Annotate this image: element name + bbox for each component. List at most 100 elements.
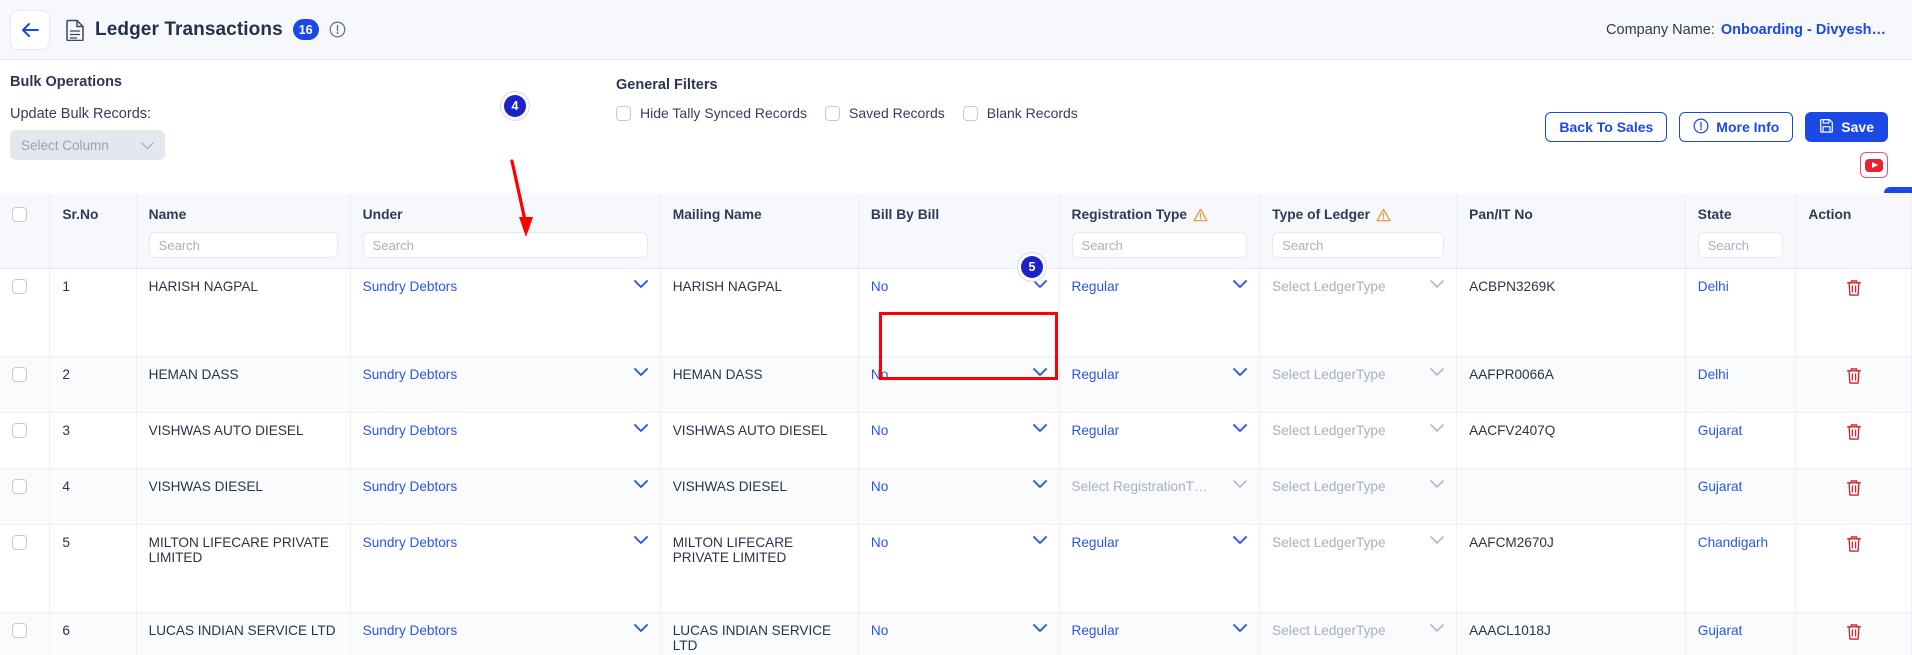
search-input-type-of-ledger[interactable]: Search — [1272, 232, 1445, 258]
cell-registration-type[interactable]: Regular — [1059, 524, 1261, 613]
header-mailing-name: Mailing Name — [660, 193, 859, 269]
cell-action[interactable] — [1795, 524, 1912, 613]
row-checkbox[interactable] — [12, 279, 27, 294]
save-button[interactable]: Save — [1805, 112, 1888, 142]
cell-state[interactable]: Gujarat — [1685, 468, 1797, 525]
back-to-sales-button[interactable]: Back To Sales — [1545, 112, 1668, 142]
cell-srno: 3 — [49, 412, 137, 469]
cell-type-of-ledger[interactable]: Select LedgerType — [1259, 356, 1458, 413]
search-input-under[interactable]: Search — [362, 232, 648, 258]
trash-icon — [1846, 480, 1861, 496]
cell-action[interactable] — [1795, 268, 1912, 357]
row-checkbox[interactable] — [12, 479, 27, 494]
cell-type-of-ledger[interactable]: Select LedgerType — [1259, 524, 1458, 613]
filter-label: Hide Tally Synced Records — [640, 105, 808, 121]
cell-pan-it-no: AAACL1018J — [1456, 612, 1686, 655]
more-info-button[interactable]: More Info — [1679, 112, 1794, 142]
row-checkbox[interactable] — [12, 367, 27, 382]
row-checkbox[interactable] — [12, 423, 27, 438]
trash-icon — [1846, 368, 1861, 384]
header-select-all — [0, 193, 51, 269]
header-label: Pan/IT No — [1469, 207, 1533, 222]
type-of-ledger-placeholder: Select LedgerType — [1272, 367, 1386, 382]
top-header-bar: Ledger Transactions 16 Company Name: Onb… — [0, 0, 1912, 60]
cell-srno: 1 — [49, 268, 137, 357]
cell-registration-type[interactable]: Regular — [1059, 412, 1261, 469]
cell-state[interactable]: Chandigarh — [1685, 524, 1797, 613]
cell-registration-type[interactable]: Regular — [1059, 612, 1261, 655]
under-value: Sundry Debtors — [362, 479, 458, 494]
cell-type-of-ledger[interactable]: Select LedgerType — [1259, 268, 1458, 357]
record-count-badge: 16 — [292, 19, 319, 40]
back-button[interactable] — [10, 9, 50, 50]
company-name-value[interactable]: Onboarding - Divyesh… — [1721, 22, 1886, 38]
filter-blank-records[interactable]: Blank Records — [962, 105, 1078, 121]
cell-action[interactable] — [1795, 356, 1912, 413]
cell-bill-by-bill[interactable]: No — [858, 524, 1060, 613]
cell-action[interactable] — [1795, 468, 1912, 525]
info-circle-icon[interactable] — [329, 21, 346, 38]
cell-under[interactable]: Sundry Debtors — [350, 524, 661, 613]
cell-state[interactable]: Delhi — [1685, 268, 1797, 357]
cell-bill-by-bill[interactable]: No — [858, 412, 1060, 469]
table-header-row: Sr.No Name Search Under Search Mailing N… — [0, 193, 1912, 269]
cell-bill-by-bill[interactable]: No — [858, 468, 1060, 525]
cell-name: HARISH NAGPAL — [136, 268, 351, 357]
checkbox-icon[interactable] — [825, 105, 841, 121]
cell-registration-type[interactable]: Regular — [1059, 268, 1261, 357]
youtube-icon[interactable] — [1860, 152, 1888, 178]
cell-type-of-ledger[interactable]: Select LedgerType — [1259, 468, 1458, 525]
type-of-ledger-placeholder: Select LedgerType — [1272, 279, 1386, 294]
select-all-checkbox[interactable] — [12, 207, 27, 222]
cell-bill-by-bill[interactable]: No — [858, 356, 1060, 413]
cell-mailing-name: LUCAS INDIAN SERVICE LTD — [660, 612, 859, 655]
header-label: Registration Type — [1071, 207, 1188, 222]
cell-under[interactable]: Sundry Debtors — [350, 356, 661, 413]
cell-name: VISHWAS AUTO DIESEL — [136, 412, 351, 469]
cell-action[interactable] — [1795, 412, 1912, 469]
cell-bill-by-bill[interactable]: No — [858, 268, 1060, 357]
cell-under[interactable]: Sundry Debtors — [350, 268, 661, 357]
filter-saved-records[interactable]: Saved Records — [825, 105, 945, 121]
cell-pan-it-no: AAFPR0066A — [1456, 356, 1686, 413]
filter-hide-tally-synced-records[interactable]: Hide Tally Synced Records — [616, 105, 807, 121]
more-info-label: More Info — [1716, 119, 1780, 135]
cell-under[interactable]: Sundry Debtors — [350, 412, 661, 469]
document-icon — [66, 19, 85, 41]
registration-type-value: Regular — [1071, 623, 1120, 638]
search-input-state[interactable]: Search — [1697, 232, 1784, 258]
cell-under[interactable]: Sundry Debtors — [350, 612, 661, 655]
cell-registration-type[interactable]: Regular — [1059, 356, 1261, 413]
cell-bill-by-bill[interactable]: No — [858, 612, 1060, 655]
cell-type-of-ledger[interactable]: Select LedgerType — [1259, 412, 1458, 469]
bill-by-bill-value: No — [870, 623, 889, 638]
header-label: Bill By Bill — [870, 207, 940, 222]
cell-pan-it-no: AAFCM2670J — [1456, 524, 1686, 613]
search-input-registration-type[interactable]: Search — [1071, 232, 1248, 258]
search-input-name[interactable]: Search — [148, 232, 338, 258]
cell-state[interactable]: Delhi — [1685, 356, 1797, 413]
cell-state[interactable]: Gujarat — [1685, 412, 1797, 469]
registration-type-value: Regular — [1071, 367, 1120, 382]
bill-by-bill-value: No — [870, 423, 889, 438]
row-checkbox[interactable] — [12, 535, 27, 550]
bill-by-bill-value: No — [870, 367, 889, 382]
checkbox-icon[interactable] — [962, 105, 978, 121]
select-column-dropdown[interactable]: Select Column — [10, 130, 165, 160]
header-label: Name — [148, 207, 187, 222]
row-checkbox-cell — [0, 468, 51, 525]
header-action: Action — [1795, 193, 1912, 269]
registration-type-placeholder: Select RegistrationT… — [1071, 479, 1208, 494]
cell-name: VISHWAS DIESEL — [136, 468, 351, 525]
row-checkbox[interactable] — [12, 623, 27, 638]
filter-label: Blank Records — [986, 105, 1078, 121]
cell-under[interactable]: Sundry Debtors — [350, 468, 661, 525]
checkbox-icon[interactable] — [616, 105, 631, 121]
cell-registration-type[interactable]: Select RegistrationT… — [1059, 468, 1261, 525]
cell-name: HEMAN DASS — [136, 356, 351, 413]
table-row: 1 HARISH NAGPAL Sundry Debtors HARISH NAGPA… — [0, 268, 1912, 357]
cell-action[interactable] — [1795, 612, 1912, 655]
cell-type-of-ledger[interactable]: Select LedgerType — [1259, 612, 1458, 655]
cell-state[interactable]: Gujarat — [1685, 612, 1797, 655]
trash-icon — [1846, 424, 1861, 440]
